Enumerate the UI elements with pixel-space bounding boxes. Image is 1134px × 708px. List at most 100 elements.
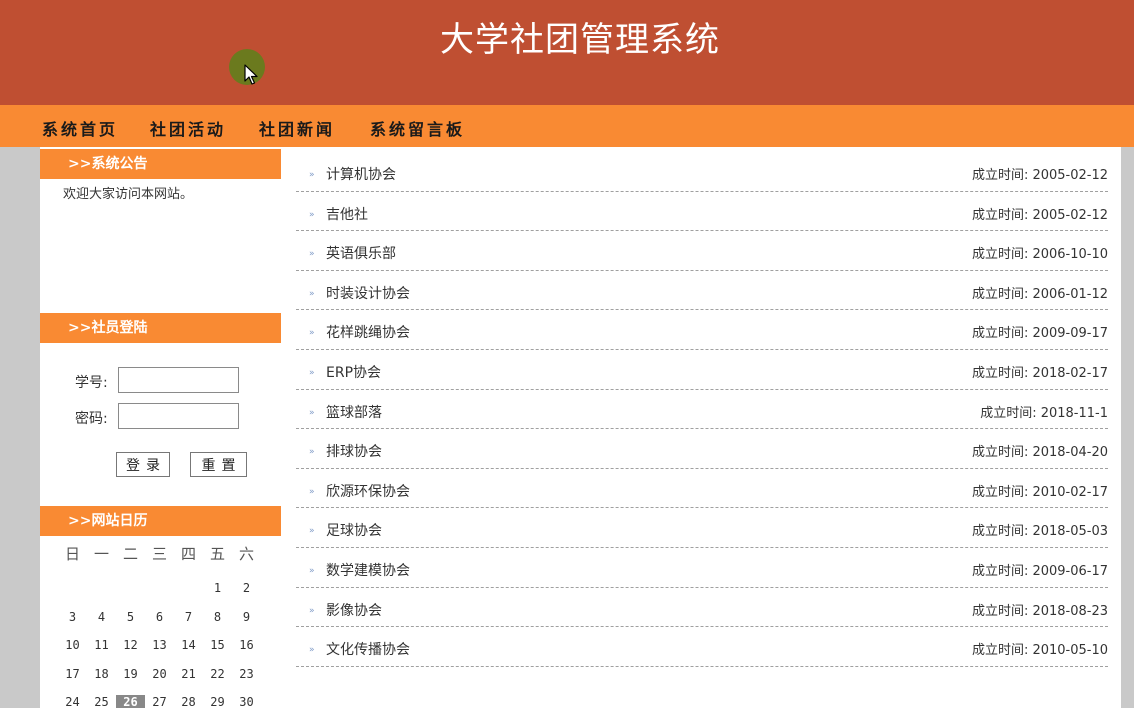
club-name-link[interactable]: 英语俱乐部: [326, 243, 396, 263]
club-row[interactable]: » 吉他社 成立时间: 2005-02-12: [296, 192, 1108, 232]
calendar-day[interactable]: 7: [174, 610, 203, 624]
login-button[interactable]: 登录: [116, 452, 170, 477]
club-row[interactable]: » 文化传播协会 成立时间: 2010-05-10: [296, 627, 1108, 667]
club-founded-date: 成立时间: 2010-02-17: [971, 484, 1108, 500]
double-arrow-icon: »: [309, 486, 315, 497]
calendar-day[interactable]: 27: [145, 695, 174, 708]
club-row[interactable]: » ERP协会 成立时间: 2018-02-17: [296, 350, 1108, 390]
calendar-day[interactable]: 21: [174, 667, 203, 681]
sidebar: >>系统公告 欢迎大家访问本网站。 >>社员登陆 学号: 密码: 登录 重置 >…: [40, 147, 281, 708]
calendar-day[interactable]: 4: [87, 610, 116, 624]
calendar-week-row: 10 11 12 13 14 15 16: [58, 638, 261, 652]
club-row[interactable]: » 英语俱乐部 成立时间: 2006-10-10: [296, 231, 1108, 271]
club-name-link[interactable]: 时装设计协会: [326, 283, 410, 303]
club-row[interactable]: » 时装设计协会 成立时间: 2006-01-12: [296, 271, 1108, 311]
notice-header: >>系统公告: [40, 149, 281, 179]
student-id-input[interactable]: [118, 367, 239, 393]
calendar-day[interactable]: 12: [116, 638, 145, 652]
club-founded-date: 成立时间: 2018-05-03: [971, 524, 1108, 540]
club-row[interactable]: » 足球协会 成立时间: 2018-05-03: [296, 508, 1108, 548]
club-name-link[interactable]: 足球协会: [326, 520, 382, 540]
calendar-day[interactable]: 15: [203, 638, 232, 652]
calendar-day[interactable]: 19: [116, 667, 145, 681]
calendar-week-row: 12: [58, 581, 261, 595]
weekday-label: 二: [122, 545, 138, 563]
calendar-day[interactable]: 8: [203, 610, 232, 624]
club-name-link[interactable]: 花样跳绳协会: [326, 322, 410, 342]
calendar-day[interactable]: 24: [58, 695, 87, 708]
calendar-day[interactable]: 3: [58, 610, 87, 624]
calendar-day: [145, 581, 174, 595]
calendar-header: >>网站日历: [40, 506, 281, 536]
club-founded-date: 成立时间: 2005-02-12: [971, 168, 1108, 183]
calendar-day[interactable]: 22: [203, 667, 232, 681]
page-gutter: [1121, 147, 1134, 708]
calendar-day: [87, 581, 116, 595]
double-arrow-icon: »: [309, 447, 315, 458]
calendar-day[interactable]: 20: [145, 667, 174, 681]
calendar-day[interactable]: 23: [232, 667, 261, 681]
club-row[interactable]: » 影像协会 成立时间: 2018-08-23: [296, 588, 1108, 628]
double-arrow-icon: »: [309, 526, 315, 537]
calendar-day[interactable]: 5: [116, 610, 145, 624]
club-founded-date: 成立时间: 2009-09-17: [971, 326, 1108, 342]
password-input[interactable]: [118, 403, 239, 429]
site-title: 大学社团管理系统: [440, 20, 720, 60]
club-row[interactable]: » 排球协会 成立时间: 2018-04-20: [296, 429, 1108, 469]
club-row[interactable]: » 欣源环保协会 成立时间: 2010-02-17: [296, 469, 1108, 509]
calendar-day[interactable]: 1: [203, 581, 232, 595]
club-row[interactable]: » 计算机协会 成立时间: 2005-02-12: [296, 152, 1108, 192]
club-founded-date: 成立时间: 2018-08-23: [971, 603, 1108, 619]
weekday-label: 日: [64, 545, 80, 563]
double-arrow-icon: »: [309, 407, 315, 418]
club-name-link[interactable]: 排球协会: [326, 441, 382, 461]
calendar-day[interactable]: 11: [87, 638, 116, 652]
calendar-day[interactable]: 18: [87, 667, 116, 681]
calendar-day[interactable]: 29: [203, 695, 232, 708]
reset-button[interactable]: 重置: [190, 452, 247, 477]
club-name-link[interactable]: 文化传播协会: [326, 639, 410, 659]
club-name-link[interactable]: 计算机协会: [326, 164, 396, 184]
double-arrow-icon: »: [309, 605, 315, 616]
calendar-day[interactable]: 30: [232, 695, 261, 708]
calendar-day[interactable]: 17: [58, 667, 87, 681]
mouse-cursor-icon: [244, 64, 258, 85]
double-arrow-icon: »: [309, 566, 315, 576]
club-row[interactable]: » 数学建模协会 成立时间: 2009-06-17: [296, 548, 1108, 588]
header: 大学社团管理系统: [0, 0, 1134, 105]
weekday-label: 五: [209, 545, 225, 563]
nav-club-news[interactable]: 社团新闻: [259, 116, 335, 140]
calendar-day[interactable]: 2: [232, 581, 261, 595]
nav-club-activities[interactable]: 社团活动: [150, 116, 226, 140]
notice-text: 欢迎大家访问本网站。: [63, 187, 194, 202]
double-arrow-icon: »: [309, 328, 315, 339]
club-name-link[interactable]: 吉他社: [326, 204, 368, 224]
calendar-day: [58, 581, 87, 595]
club-founded-date: 成立时间: 2018-04-20: [971, 445, 1108, 461]
club-name-link[interactable]: 篮球部落: [326, 402, 382, 422]
calendar-day[interactable]: 10: [58, 638, 87, 652]
calendar-today[interactable]: 26: [116, 695, 145, 708]
club-name-link[interactable]: 数学建模协会: [326, 560, 410, 580]
club-founded-date: 成立时间: 2006-01-12: [971, 286, 1108, 302]
double-arrow-icon: »: [309, 249, 315, 260]
club-row[interactable]: » 花样跳绳协会 成立时间: 2009-09-17: [296, 310, 1108, 350]
nav-home[interactable]: 系统首页: [42, 116, 118, 140]
club-row[interactable]: » 篮球部落 成立时间: 2018-11-1: [296, 390, 1108, 430]
calendar-day[interactable]: 6: [145, 610, 174, 624]
calendar-day[interactable]: 28: [174, 695, 203, 708]
club-name-link[interactable]: 欣源环保协会: [326, 481, 410, 501]
club-name-link[interactable]: ERP协会: [326, 362, 381, 382]
calendar-weekday-row: 日 一 二 三 四 五 六: [58, 543, 261, 564]
club-founded-date: 成立时间: 2009-06-17: [971, 564, 1108, 579]
calendar-day[interactable]: 25: [87, 695, 116, 708]
club-name-link[interactable]: 影像协会: [326, 600, 382, 620]
calendar-day[interactable]: 14: [174, 638, 203, 652]
student-id-label: 学号:: [75, 375, 108, 391]
nav-message-board[interactable]: 系统留言板: [370, 116, 465, 140]
calendar-day[interactable]: 9: [232, 610, 261, 624]
double-arrow-icon: »: [309, 645, 315, 656]
calendar-day[interactable]: 13: [145, 638, 174, 652]
calendar-week-row: 3456789: [58, 610, 261, 624]
calendar-day[interactable]: 16: [232, 638, 261, 652]
